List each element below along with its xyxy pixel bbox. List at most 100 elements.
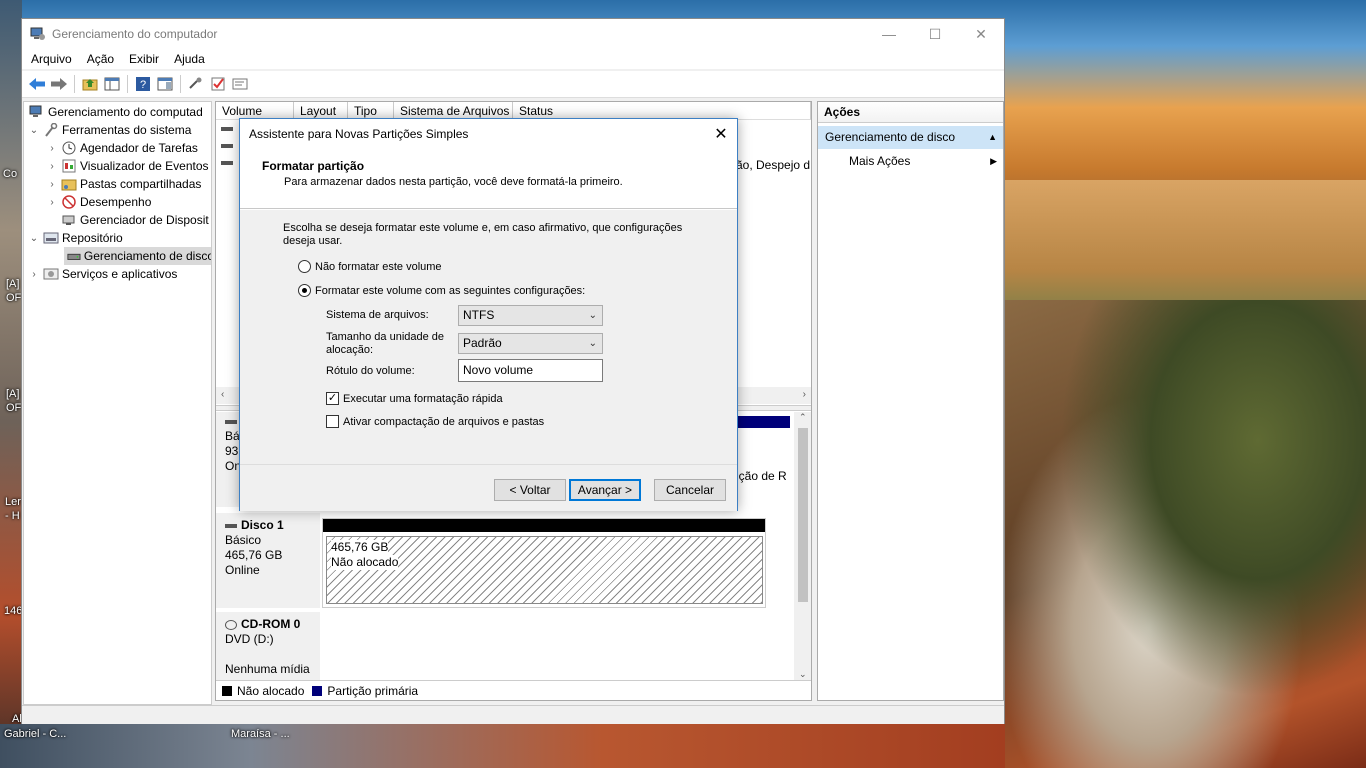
clock-icon — [62, 141, 76, 155]
radio-button[interactable] — [298, 260, 311, 273]
next-button[interactable]: Avançar > — [569, 479, 641, 501]
disk0-partition-bar — [736, 416, 790, 428]
tree-item-storage[interactable]: ⌄ Repositório — [28, 229, 123, 247]
desktop-icon-label[interactable]: [A] — [6, 278, 19, 290]
quick-format-checkbox[interactable]: ✓ Executar uma formatação rápida — [326, 392, 503, 405]
scroll-up-icon[interactable]: ⌃ — [799, 412, 807, 423]
minimize-button[interactable]: — — [866, 19, 912, 49]
radio-button-selected[interactable] — [298, 284, 311, 297]
submenu-arrow-icon: ▶ — [990, 156, 997, 166]
properties-icon[interactable] — [155, 74, 175, 94]
status-bar — [22, 705, 1004, 724]
unallocated-header-bar — [323, 519, 765, 532]
tree-item-services[interactable]: › Serviços e aplicativos — [28, 265, 177, 283]
maximize-button[interactable]: ☐ — [912, 19, 958, 49]
filesystem-select[interactable]: NTFS ⌄ — [458, 305, 603, 326]
disk1-label[interactable]: Disco 1 Básico 465,76 GB Online — [216, 513, 320, 608]
chevron-down-icon[interactable]: ⌄ — [28, 125, 40, 136]
disk-icon — [225, 523, 237, 528]
tree-item-device-manager[interactable]: Gerenciador de Disposit — [46, 211, 209, 229]
back-button[interactable]: < Voltar — [494, 479, 566, 501]
services-icon — [43, 268, 59, 280]
cdrom-type: DVD (D:) — [225, 632, 274, 646]
dialog-close-button[interactable]: ✕ — [705, 119, 737, 149]
cdrom-label[interactable]: CD-ROM 0 DVD (D:) Nenhuma mídia — [216, 612, 320, 680]
tree-item-system-tools[interactable]: ⌄ Ferramentas do sistema — [28, 121, 191, 139]
menu-acao[interactable]: Ação — [81, 52, 120, 66]
chevron-right-icon[interactable]: › — [46, 161, 58, 172]
collapse-icon[interactable]: ▲ — [988, 126, 997, 149]
connect-icon[interactable] — [186, 74, 206, 94]
chevron-right-icon[interactable]: › — [28, 269, 40, 280]
chevron-right-icon[interactable]: › — [46, 179, 58, 190]
show-hide-tree-icon[interactable] — [102, 74, 122, 94]
more-actions-label: Mais Ações — [849, 154, 911, 168]
disk-map-vertical-scrollbar[interactable]: ⌃ ⌄ — [794, 412, 811, 680]
desktop-icon-label[interactable]: 146 — [4, 605, 22, 617]
device-manager-icon — [62, 215, 75, 225]
dialog-footer: < Voltar Avançar > Cancelar — [240, 464, 737, 511]
storage-icon — [43, 232, 59, 244]
rescan-icon[interactable] — [230, 74, 250, 94]
check-icon[interactable] — [208, 74, 228, 94]
back-icon[interactable] — [27, 74, 47, 94]
actions-section-disk-management[interactable]: Gerenciamento de disco ▲ — [818, 126, 1003, 149]
dialog-body: Escolha se deseja formatar este volume e… — [240, 210, 737, 464]
chevron-right-icon[interactable]: › — [46, 197, 58, 208]
checkbox-checked[interactable]: ✓ — [326, 392, 339, 405]
legend-swatch-primary — [312, 685, 323, 696]
desktop-background-left — [0, 0, 22, 768]
tree-item-root[interactable]: Gerenciamento do computad — [26, 103, 203, 121]
desktop-icon-label[interactable]: [A] — [6, 388, 19, 400]
radio-no-format[interactable]: Não formatar este volume — [298, 260, 442, 273]
title-bar[interactable]: Gerenciamento do computador — ☐ ✕ — [22, 19, 1004, 49]
dialog-heading: Formatar partição — [262, 159, 365, 173]
tree-item-label: Desempenho — [80, 195, 152, 209]
chevron-down-icon[interactable]: ⌄ — [28, 233, 40, 244]
menu-ajuda[interactable]: Ajuda — [168, 52, 211, 66]
desktop-icon-label[interactable]: Co — [3, 168, 17, 180]
tree-item-task-scheduler[interactable]: › Agendador de Tarefas — [46, 139, 198, 157]
menu-arquivo[interactable]: Arquivo — [25, 52, 78, 66]
scroll-down-icon[interactable]: ⌄ — [799, 669, 807, 680]
volume-label-input[interactable]: Novo volume — [458, 359, 603, 382]
desktop-icon-label[interactable]: Gabriel - C... — [4, 728, 66, 740]
unallocated-partition[interactable]: 465,76 GB Não alocado — [326, 536, 763, 604]
scroll-thumb[interactable] — [798, 428, 808, 602]
forward-icon[interactable] — [49, 74, 69, 94]
tree-item-label: Visualizador de Eventos — [80, 159, 209, 173]
toolbar-separator — [180, 75, 181, 93]
scroll-right-icon[interactable]: › — [803, 389, 806, 400]
desktop-icon-label[interactable]: OF — [6, 292, 21, 304]
tree-item-event-viewer[interactable]: › Visualizador de Eventos — [46, 157, 209, 175]
desktop-icon-label[interactable]: Ler — [5, 496, 21, 508]
tree-item-label: Gerenciador de Disposit — [80, 213, 209, 227]
help-icon[interactable]: ? — [133, 74, 153, 94]
chevron-down-icon: ⌄ — [588, 310, 597, 321]
radio-format[interactable]: Formatar este volume com as seguintes co… — [298, 284, 585, 297]
disk1-partition-container: 465,76 GB Não alocado — [322, 518, 766, 608]
close-button[interactable]: ✕ — [958, 19, 1004, 49]
compress-checkbox[interactable]: Ativar compactação de arquivos e pastas — [326, 415, 544, 428]
partition-size: 465,76 GB — [331, 540, 389, 555]
cancel-button[interactable]: Cancelar — [654, 479, 726, 501]
volume-row-icon — [221, 161, 233, 165]
dialog-title[interactable]: Assistente para Novas Partições Simples — [240, 119, 737, 149]
checkbox-unchecked[interactable] — [326, 415, 339, 428]
menu-exibir[interactable]: Exibir — [123, 52, 165, 66]
tree-item-disk-management[interactable]: Gerenciamento de disco — [64, 247, 211, 265]
cdrom-icon — [225, 619, 237, 630]
window-title: Gerenciamento do computador — [52, 27, 218, 41]
chevron-down-icon: ⌄ — [588, 338, 597, 349]
tree-item-performance[interactable]: › Desempenho — [46, 193, 151, 211]
chevron-right-icon[interactable]: › — [46, 143, 58, 154]
allocation-select[interactable]: Padrão ⌄ — [458, 333, 603, 354]
desktop-icon-label[interactable]: - H — [5, 510, 20, 522]
scroll-left-icon[interactable]: ‹ — [221, 389, 224, 400]
tree-item-shared-folders[interactable]: › Pastas compartilhadas — [46, 175, 201, 193]
more-actions-item[interactable]: Mais Ações ▶ — [818, 149, 1003, 173]
desktop-icon-label[interactable]: OF — [6, 402, 21, 414]
legend-label-primary: Partição primária — [327, 683, 419, 698]
desktop-icon-label[interactable]: Maraísa - ... — [231, 728, 290, 740]
up-folder-icon[interactable] — [80, 74, 100, 94]
